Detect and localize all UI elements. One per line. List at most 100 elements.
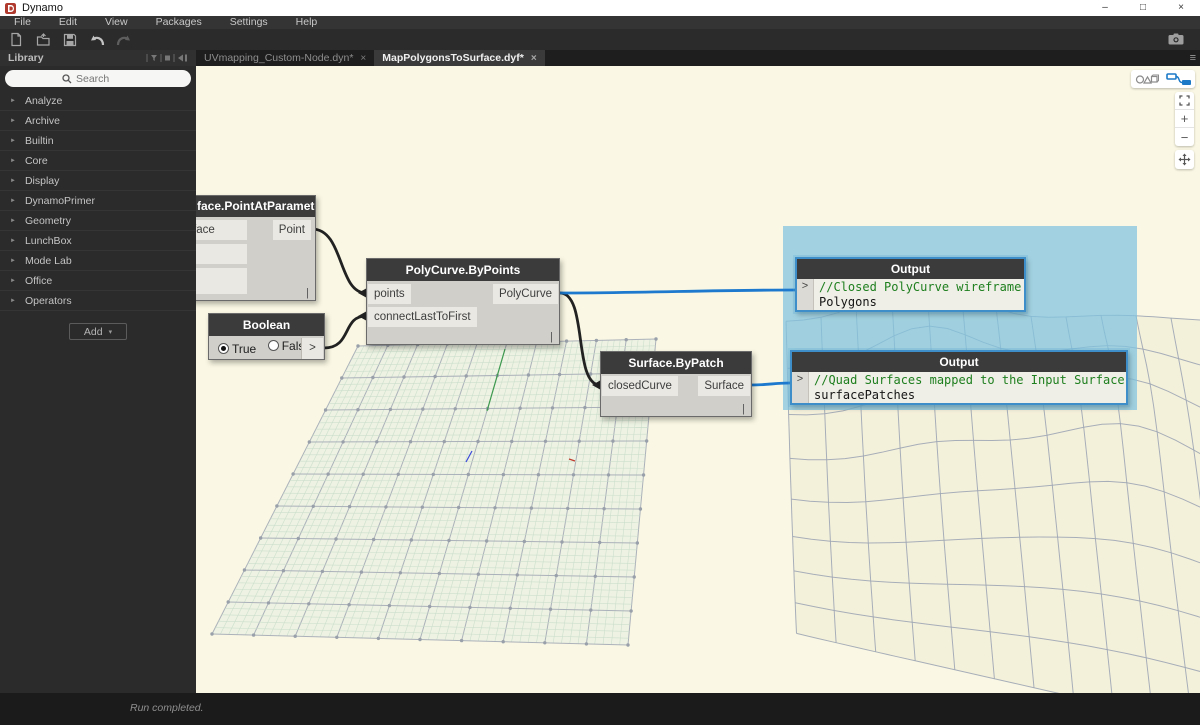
lacing-indicator[interactable]: | [742,403,745,415]
input-port-face[interactable]: face [196,220,247,240]
undo-button[interactable] [85,31,109,49]
output-port-point[interactable]: Point [273,220,311,240]
zoom-out-button[interactable]: − [1175,128,1194,146]
sidebar-item-geometry[interactable]: ► Geometry [0,211,196,231]
graph-view-button[interactable] [1163,70,1195,88]
node-surface-bypatch[interactable]: Surface.ByPatch closedCurve Surface | [600,351,752,417]
tab-overflow-icon[interactable]: ≡ [1190,50,1196,66]
node-output-surfacepatches[interactable]: Output > //Quad Surfaces mapped to the I… [790,350,1128,405]
node-polycurve-bypoints[interactable]: PolyCurve.ByPoints points connectLastToF… [366,258,560,345]
menu-item-help[interactable]: Help [282,16,332,29]
open-file-button[interactable] [31,31,55,49]
tab-uvmapping-custom-node[interactable]: UVmapping_Custom-Node.dyn* × [196,50,374,66]
output-port-surface[interactable]: Surface [698,376,750,396]
sidebar-item-lunchbox[interactable]: ► LunchBox [0,231,196,251]
sidebar-item-label: Operators [25,295,72,307]
minimize-button[interactable]: – [1086,0,1124,16]
chevron-right-icon: ► [10,238,16,244]
workspace-canvas[interactable]: face.PointAtParameter face Point | PolyC… [196,66,1200,693]
node-title: face.PointAtParameter [196,196,315,217]
library-filter-icons[interactable] [146,53,190,63]
menu-item-edit[interactable]: Edit [45,16,91,29]
sidebar-item-analyze[interactable]: ► Analyze [0,91,196,111]
tab-label: UVmapping_Custom-Node.dyn* [204,52,353,64]
wire-polycurve-to-output[interactable] [560,290,795,293]
menu-bar: File Edit View Packages Settings Help [0,16,1200,29]
sidebar-item-builtin[interactable]: ► Builtin [0,131,196,151]
new-file-button[interactable] [4,31,28,49]
sidebar-item-display[interactable]: ► Display [0,171,196,191]
input-port[interactable]: > [792,372,809,403]
input-port-connectlasttofirst[interactable]: connectLastToFirst [368,307,477,327]
save-button[interactable] [58,31,82,49]
chevron-right-icon: ► [10,138,16,144]
sidebar-item-label: Builtin [25,135,54,147]
sidebar-item-label: Display [25,175,59,187]
chevron-right-icon: ► [10,258,16,264]
pan-button[interactable] [1175,150,1194,169]
zoom-in-button[interactable]: + [1175,110,1194,128]
sidebar-item-label: LunchBox [25,235,72,247]
tab-map-polygons-to-surface[interactable]: MapPolygonsToSurface.dyf* × [374,50,544,66]
output-port-boolean[interactable]: > [301,338,323,359]
output-code-area[interactable]: //Quad Surfaces mapped to the Input Surf… [809,372,1126,403]
output-code-area[interactable]: //Closed PolyCurve wireframe Polygons [814,279,1024,310]
menu-item-packages[interactable]: Packages [142,16,216,29]
window-title: Dynamo [22,2,63,14]
tool-bar [0,29,1200,50]
maximize-button[interactable]: □ [1124,0,1162,16]
lacing-indicator[interactable]: | [550,331,553,343]
lacing-indicator[interactable]: | [306,287,309,299]
tab-row: Library UVmapping_Custom-Node.dyn* × Map… [0,50,1200,66]
wire-boolean-to-connectlasttofirst[interactable] [324,316,366,348]
node-title: Output [797,259,1024,279]
sidebar-item-archive[interactable]: ► Archive [0,111,196,131]
add-button[interactable]: Add ▾ [69,323,127,340]
close-button[interactable]: × [1162,0,1200,16]
library-search[interactable] [5,70,191,87]
menu-item-view[interactable]: View [91,16,142,29]
node-title: PolyCurve.ByPoints [367,259,559,281]
input-port-points[interactable]: points [368,284,411,304]
search-input[interactable] [76,73,134,85]
node-title: Output [792,352,1126,372]
input-port-closedcurve[interactable]: closedCurve [602,376,678,396]
add-button-label: Add [84,326,103,338]
search-icon [62,74,72,84]
redo-icon [115,33,133,47]
tab-close-icon[interactable]: × [531,53,537,64]
redo-button[interactable] [112,31,136,49]
sidebar-item-core[interactable]: ► Core [0,151,196,171]
sidebar-item-operators[interactable]: ► Operators [0,291,196,311]
node-boolean[interactable]: Boolean True False > [208,313,325,360]
camera-icon [1168,33,1184,45]
menu-item-file[interactable]: File [0,16,45,29]
node-surface-point-at-parameter[interactable]: face.PointAtParameter face Point | [196,195,316,301]
menu-item-settings[interactable]: Settings [216,16,282,29]
code-output-name: Polygons [819,295,1019,310]
tab-close-icon[interactable]: × [360,53,366,64]
library-header: Library [0,50,196,66]
export-image-button[interactable] [1164,30,1188,48]
output-port-polycurve[interactable]: PolyCurve [493,284,558,304]
sidebar-item-dynamoprimer[interactable]: ► DynamoPrimer [0,191,196,211]
node-title: Surface.ByPatch [601,352,751,374]
radio-unselected-icon [268,340,279,351]
library-panel: ► Analyze ► Archive ► Builtin ► Core ► D… [0,66,196,693]
input-port-3[interactable] [196,268,247,294]
sidebar-item-office[interactable]: ► Office [0,271,196,291]
open-file-icon [36,33,51,47]
node-output-polygons[interactable]: Output > //Closed PolyCurve wireframe Po… [795,257,1026,312]
input-port-2[interactable] [196,244,247,264]
geometry-view-button[interactable] [1131,70,1163,88]
input-port[interactable]: > [797,279,814,310]
run-status-text: Run completed. [130,702,204,714]
sidebar-item-label: Office [25,275,52,287]
sidebar-item-mode-lab[interactable]: ► Mode Lab [0,251,196,271]
fit-view-button[interactable] [1175,92,1194,110]
sidebar-item-label: Core [25,155,48,167]
wire-point-to-points[interactable] [312,229,366,293]
chevron-right-icon: ► [10,158,16,164]
sidebar-item-label: Mode Lab [25,255,72,267]
radio-true[interactable]: True [218,342,256,356]
